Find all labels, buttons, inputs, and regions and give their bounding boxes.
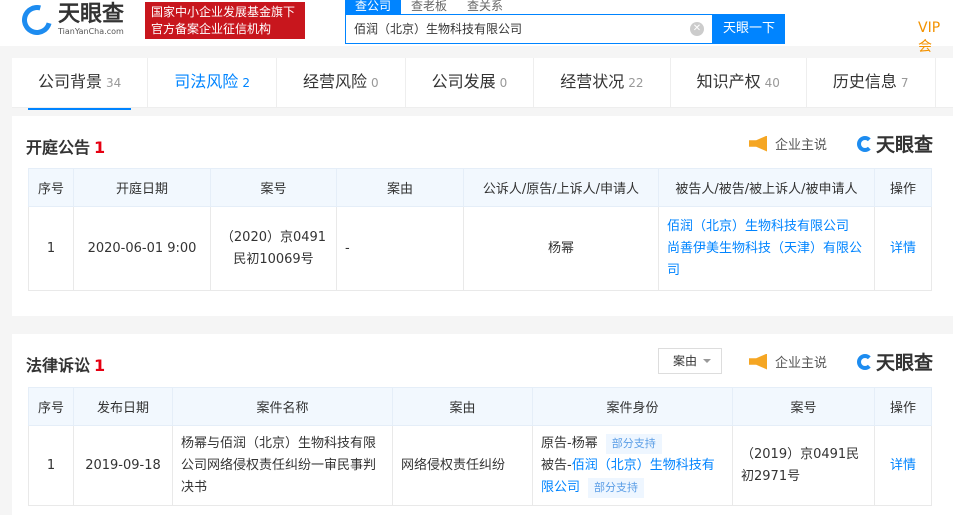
col-header: 案由 [392,387,533,426]
tab-count: 2 [242,76,250,90]
role-plaintiff: 原告-杨幂 [541,435,598,451]
verdict-tag: 部分支持 [588,477,645,498]
tab-history[interactable]: 历史信息 7 [807,58,936,108]
speaker-icon [749,353,767,370]
lawsuit-section: 法律诉讼 1 案由 企业主说 天眼查 序号 发布日期 案件名称 案由 案件身份 案号 操作 1… [12,334,953,515]
table-header: 序号 开庭日期 案号 案由 公诉人/原告/上诉人/申请人 被告人/被告/被上诉人/被申请人… [28,168,932,207]
table-row: 1 2020-06-01 9:00 （2020）京0491民初10069号 - … [28,206,932,291]
tab-label: 经营状况 [560,72,625,91]
speaker-icon [749,135,767,152]
search-tab-boss[interactable]: 查老板 [401,0,457,14]
col-header: 序号 [28,168,74,207]
col-header: 案件名称 [172,387,393,426]
logo-icon [857,353,873,370]
tab-judicial-risk[interactable]: 司法风险 2 [148,58,277,108]
tab-count: 22 [628,76,644,90]
section-title: 开庭公告 1 [26,138,106,157]
row-number: 1 [28,425,74,506]
logo-text: 天眼查 [58,2,125,27]
case-number: （2020）京0491民初10069号 [210,206,337,291]
tianyancha-brand: 天眼查 [857,348,933,375]
tab-count: 0 [370,76,379,90]
tab-label: 知识产权 [696,72,761,91]
official-badge: 国家中小企业发展基金旗下 官方备案企业征信机构 [145,2,305,39]
tab-company-background[interactable]: 公司背景 34 [12,58,149,110]
section-tabs: 公司背景 34 司法风险 2 经营风险 0 公司发展 0 经营状况 22 知识产权 40 历… [12,58,953,110]
search-type-tabs: 查公司 查老板 查关系 [345,0,513,14]
tianyancha-brand: 天眼查 [857,130,933,157]
col-header: 案号 [210,168,337,207]
search-tab-relation[interactable]: 查关系 [457,0,513,14]
verdict-tag: 部分支持 [605,433,662,454]
col-header: 公诉人/原告/上诉人/申请人 [463,168,659,207]
court-table: 序号 开庭日期 案号 案由 公诉人/原告/上诉人/申请人 被告人/被告/被上诉人/被申请人… [28,168,932,291]
tab-count: 0 [499,76,508,90]
tab-company-development[interactable]: 公司发展 0 [406,58,535,108]
logo-icon [857,135,873,152]
case-cause: 网络侵权责任纠纷 [392,425,533,506]
company-say-link[interactable]: 企业主说 [749,134,827,153]
col-header: 案号 [732,387,875,426]
logo-icon [16,0,58,40]
search-tab-company[interactable]: 查公司 [345,0,402,14]
details-link[interactable]: 详情 [874,206,932,291]
tab-label: 经营风险 [302,72,367,91]
col-header: 序号 [28,387,74,426]
col-header: 发布日期 [73,387,173,426]
case-name[interactable]: 杨幂与佰润（北京）生物科技有限公司网络侵权责任纠纷一审民事判决书 [172,425,393,506]
case-cause: - [336,206,464,291]
details-link[interactable]: 详情 [874,425,932,506]
court-announcement-section: 开庭公告 1 企业主说 天眼查 序号 开庭日期 案号 案由 公诉人/原告/上诉人/申请人被… [12,116,953,316]
defendant-link[interactable]: 佰润（北京）生物科技有限公司 [667,216,866,238]
lawsuit-table: 序号 发布日期 案件名称 案由 案件身份 案号 操作 1 2019-09-18 杨幂与佰润（… [28,387,932,506]
col-header: 案由 [336,168,464,207]
logo-domain: TianYanCha.com [58,27,124,36]
search-input[interactable]: 佰润（北京）生物科技有限公司 ✕ [345,14,713,44]
clear-icon[interactable]: ✕ [690,22,704,36]
company-say-link[interactable]: 企业主说 [749,352,827,371]
search-value: 佰润（北京）生物科技有限公司 [354,22,523,36]
defendant-link[interactable]: 尚善伊美生物科技（天津）有限公司 [667,238,866,282]
tab-count: 7 [900,76,909,90]
row-number: 1 [28,206,74,291]
table-row: 1 2019-09-18 杨幂与佰润（北京）生物科技有限公司网络侵权责任纠纷一审… [28,425,932,506]
col-header: 开庭日期 [73,168,211,207]
hearing-date: 2020-06-01 9:00 [73,206,211,291]
col-header: 被告人/被告/被上诉人/被申请人 [658,168,875,207]
plaintiff: 杨幂 [463,206,659,291]
tab-label: 历史信息 [832,72,897,91]
tianyancha-logo[interactable]: 天眼查 TianYanCha.com [16,0,125,40]
section-title: 法律诉讼 1 [26,356,106,375]
vip-link[interactable]: VIP会 [918,20,953,56]
cause-filter-select[interactable]: 案由 [658,348,722,374]
col-header: 操作 [874,168,932,207]
role-defendant: 被告- [541,457,572,473]
badge-line1: 国家中小企业发展基金旗下 [151,5,296,19]
section-count: 1 [94,356,106,375]
tab-label: 司法风险 [174,72,239,91]
search-button[interactable]: 天眼一下 [713,14,785,44]
table-header: 序号 发布日期 案件名称 案由 案件身份 案号 操作 [28,387,932,426]
publish-date: 2019-09-18 [73,425,173,506]
section-count: 1 [94,138,106,157]
tab-business-risk[interactable]: 经营风险 0 [277,58,406,108]
tab-label: 公司背景 [38,72,103,91]
tab-count: 40 [764,76,780,90]
tab-count: 34 [106,76,122,90]
tab-label: 公司发展 [431,72,496,91]
case-number: （2019）京0491民初2971号 [732,425,875,506]
col-header: 案件身份 [532,387,733,426]
col-header: 操作 [874,387,932,426]
top-header: 天眼查 TianYanCha.com 国家中小企业发展基金旗下 官方备案企业征信机构… [0,0,953,55]
tab-business-status[interactable]: 经营状况 22 [534,58,671,108]
tab-ip[interactable]: 知识产权 40 [671,58,807,108]
badge-line2: 官方备案企业征信机构 [151,22,272,36]
chevron-down-icon [703,359,711,367]
